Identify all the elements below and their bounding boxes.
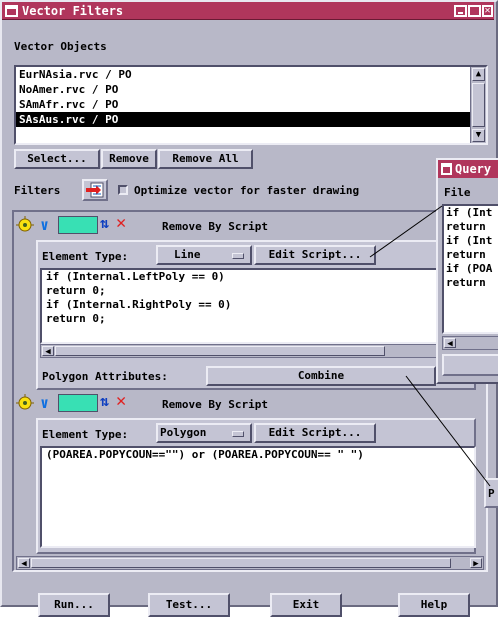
callout-lines	[369, 205, 491, 487]
callout-edit-script-to-file	[369, 205, 443, 258]
callout-combine-to-popup	[405, 375, 491, 487]
